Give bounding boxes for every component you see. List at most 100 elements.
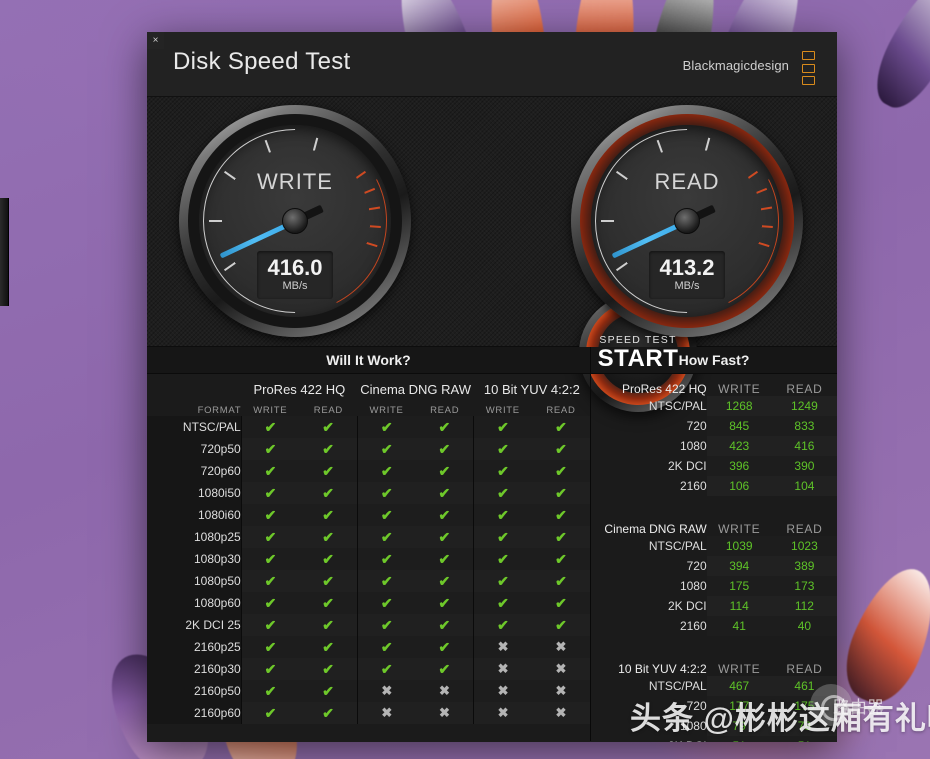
cross-icon: ✖ — [381, 705, 393, 720]
check-icon: ✔ — [322, 528, 335, 545]
support-cell: ✔ — [240, 570, 300, 592]
support-cell: ✔ — [415, 614, 474, 636]
check-icon: ✔ — [322, 484, 335, 501]
write-speed-value: 51 — [706, 736, 772, 742]
needle-hub — [282, 208, 308, 234]
group-name: ProRes 422 HQ — [621, 382, 707, 396]
subheader-read: READ — [546, 405, 576, 416]
check-icon: ✔ — [322, 506, 335, 523]
support-cell: ✖ — [473, 702, 532, 724]
table-row: 1080p25 ✔ ✔ ✔ ✔ ✔ ✔ — [147, 526, 590, 548]
format-cell: 720p60 — [147, 460, 242, 482]
check-icon: ✔ — [264, 462, 277, 479]
support-cell: ✔ — [531, 570, 590, 592]
support-cell: ✔ — [299, 680, 358, 702]
format-cell: 1080i50 — [147, 482, 242, 504]
read-value: 413.2 — [659, 254, 715, 280]
wallpaper-shape — [832, 557, 930, 714]
check-icon: ✔ — [322, 682, 335, 699]
table-row: 720 177 175 — [591, 696, 837, 716]
support-cell: ✔ — [415, 416, 474, 438]
check-icon: ✔ — [497, 440, 509, 457]
read-gauge: READ 413.2 MB/s — [571, 105, 803, 337]
check-icon: ✔ — [322, 638, 335, 655]
subheader-write: WRITE — [718, 522, 761, 536]
support-cell: ✖ — [473, 680, 532, 702]
support-cell: ✔ — [415, 482, 474, 504]
table-row: NTSC/PAL 1039 1023 — [591, 536, 837, 556]
will-it-work-panel: Will It Work? ProRes 422 HQ Cinema DNG R… — [147, 347, 591, 741]
resolution-label: 2160 — [679, 619, 707, 633]
will-it-work-heading: Will It Work? — [147, 347, 590, 374]
check-icon: ✔ — [438, 462, 451, 479]
disk-speed-test-window: × Disk Speed Test Blackmagicdesign WRITE… — [147, 32, 837, 742]
sub-header-row: FORMAT WRITE READ WRITE READ WRITE READ — [147, 397, 590, 416]
support-cell: ✔ — [240, 592, 300, 614]
check-icon: ✔ — [555, 572, 567, 589]
support-cell: ✔ — [356, 592, 416, 614]
check-icon: ✔ — [264, 484, 277, 501]
read-speed-value: 1249 — [771, 396, 837, 416]
how-fast-group-header: Cinema DNG RAW WRITE READ — [591, 516, 837, 536]
format-column-header: FORMAT — [197, 405, 242, 416]
write-speed-value: 177 — [706, 696, 772, 716]
close-button[interactable]: × — [147, 32, 164, 49]
support-cell: ✖ — [473, 658, 532, 680]
subheader-read: READ — [313, 405, 343, 416]
check-icon: ✔ — [555, 528, 567, 545]
check-icon: ✔ — [438, 506, 451, 523]
support-cell: ✔ — [240, 438, 300, 460]
needle-hub — [674, 208, 700, 234]
support-cell: ✔ — [356, 570, 416, 592]
page-title: Disk Speed Test — [173, 48, 351, 75]
check-icon: ✔ — [322, 462, 335, 479]
subheader-write: WRITE — [485, 405, 520, 416]
support-cell: ✔ — [299, 526, 358, 548]
resolution-label: NTSC/PAL — [648, 679, 707, 693]
gauge-face: READ 413.2 MB/s — [591, 125, 783, 317]
check-icon: ✔ — [497, 594, 509, 611]
check-icon: ✔ — [322, 704, 335, 721]
support-cell: ✔ — [415, 592, 474, 614]
write-value-box: 416.0 MB/s — [257, 250, 333, 299]
support-cell: ✔ — [240, 504, 300, 526]
group-spacer — [591, 636, 837, 656]
check-icon: ✔ — [264, 528, 277, 545]
check-icon: ✔ — [380, 462, 393, 479]
results-panels: Will It Work? ProRes 422 HQ Cinema DNG R… — [147, 347, 837, 742]
read-speed-value: 112 — [771, 596, 837, 616]
cross-icon: ✖ — [555, 705, 567, 720]
support-cell: ✔ — [473, 416, 532, 438]
support-cell: ✔ — [240, 636, 300, 658]
support-cell: ✔ — [415, 548, 474, 570]
resolution-label: NTSC/PAL — [648, 539, 707, 553]
support-cell: ✔ — [240, 460, 300, 482]
group-header-yuv: 10 Bit YUV 4:2:2 — [483, 382, 580, 397]
write-speed-value: 1268 — [706, 396, 772, 416]
table-row: 1080i50 ✔ ✔ ✔ ✔ ✔ ✔ — [147, 482, 590, 504]
format-cell: 2K DCI 25 — [147, 614, 242, 636]
cross-icon: ✖ — [555, 683, 567, 698]
check-icon: ✔ — [264, 440, 277, 457]
how-fast-body: ProRes 422 HQ WRITE READ NTSC/PAL 1268 1249 72… — [591, 376, 837, 742]
check-icon: ✔ — [380, 638, 393, 655]
read-speed-value: 51 — [771, 736, 837, 742]
title-bar: Disk Speed Test Blackmagicdesign — [147, 32, 837, 97]
read-speed-value: 173 — [771, 576, 837, 596]
brand-label: Blackmagicdesign — [682, 58, 789, 73]
support-cell: ✔ — [415, 658, 474, 680]
support-cell: ✔ — [356, 438, 416, 460]
read-gauge-label: READ — [654, 169, 720, 194]
support-cell: ✔ — [415, 460, 474, 482]
write-speed-value: 79 — [706, 716, 772, 736]
support-cell: ✔ — [299, 592, 358, 614]
read-speed-value: 389 — [771, 556, 837, 576]
how-fast-group-header: 10 Bit YUV 4:2:2 WRITE READ — [591, 656, 837, 676]
cross-icon: ✖ — [438, 705, 450, 720]
check-icon: ✔ — [438, 660, 451, 677]
support-cell: ✔ — [356, 460, 416, 482]
table-row: 1080 423 416 — [591, 436, 837, 456]
check-icon: ✔ — [555, 550, 567, 567]
resolution-label: 720 — [686, 559, 707, 573]
table-row: 720p50 ✔ ✔ ✔ ✔ ✔ ✔ — [147, 438, 590, 460]
